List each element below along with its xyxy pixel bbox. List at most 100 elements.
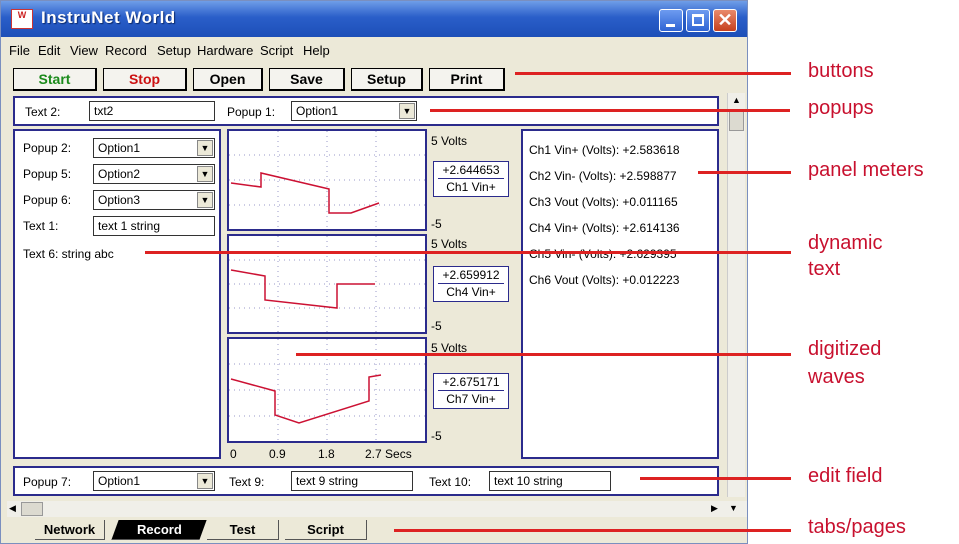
- graph2-meter-value: +2.659912: [442, 268, 500, 282]
- meter-line: Ch2 Vin- (Volts): +2.598877: [529, 169, 677, 183]
- callout-dynamic: dynamic: [808, 232, 883, 254]
- wave-line-2: [230, 269, 375, 309]
- graph2-meter-channel: Ch4 Vin+: [438, 283, 504, 300]
- close-icon: ✕: [717, 10, 733, 30]
- callout-line-edit-field: [640, 477, 791, 480]
- menu-hardware[interactable]: Hardware: [197, 43, 253, 58]
- graph3-bottom-label: -5: [431, 429, 442, 443]
- callout-waves: waves: [808, 366, 865, 388]
- menu-setup[interactable]: Setup: [157, 43, 191, 58]
- text1-label: Text 1:: [23, 219, 59, 233]
- popup5-select[interactable]: Option2 ▼: [93, 164, 215, 184]
- menu-record[interactable]: Record: [105, 43, 147, 58]
- print-button[interactable]: Print: [429, 68, 505, 91]
- text9-field[interactable]: text 9 string: [291, 471, 413, 491]
- callout-popups: popups: [808, 97, 874, 119]
- menu-file[interactable]: File: [9, 43, 30, 58]
- graph1-meter-value: +2.644653: [442, 163, 500, 177]
- graph2-top-label: 5 Volts: [431, 237, 468, 251]
- popup7-value: Option1: [98, 474, 141, 488]
- maximize-icon: [692, 14, 704, 26]
- text9-label: Text 9:: [229, 475, 265, 489]
- callout-line-buttons: [515, 72, 791, 75]
- callout-tabs: tabs/pages: [808, 516, 906, 538]
- panel-meters: Ch1 Vin+ (Volts): +2.583618 Ch2 Vin- (Vo…: [521, 129, 719, 459]
- stage: W InstruNet World ✕ File Edit View Recor…: [0, 0, 959, 544]
- callout-panel-meters: panel meters: [808, 159, 924, 181]
- meter-line: Ch5 Vin- (Volts): +2.629395: [529, 247, 677, 261]
- callout-line-popups: [430, 109, 790, 112]
- minimize-button[interactable]: [659, 9, 683, 32]
- app-window: W InstruNet World ✕ File Edit View Recor…: [0, 0, 748, 544]
- popup5-label: Popup 5:: [23, 167, 72, 181]
- title-bar[interactable]: W InstruNet World ✕: [1, 1, 747, 37]
- popup5-value: Option2: [98, 167, 141, 181]
- popup1-value: Option1: [296, 104, 339, 118]
- text10-label: Text 10:: [429, 475, 472, 489]
- callout-line-dynamic-text: [145, 251, 791, 254]
- scroll-thumb[interactable]: [729, 111, 744, 131]
- popup2-value: Option1: [98, 141, 141, 155]
- graph3-meter-channel: Ch7 Vin+: [438, 390, 504, 407]
- setup-button[interactable]: Setup: [351, 68, 423, 91]
- callout-buttons: buttons: [808, 60, 874, 82]
- scroll-up-icon[interactable]: ▲: [732, 95, 741, 105]
- tab-network[interactable]: Network: [35, 520, 105, 540]
- x-tick-1: 0.9: [269, 447, 286, 461]
- scroll-down-icon[interactable]: ▼: [729, 503, 738, 513]
- menu-help[interactable]: Help: [303, 43, 330, 58]
- horizontal-scrollbar[interactable]: ◀ ▶ ▼: [7, 501, 747, 517]
- tab-record[interactable]: Record: [111, 520, 207, 540]
- popup1-label: Popup 1:: [227, 105, 276, 119]
- wave-graph-2[interactable]: [227, 234, 427, 334]
- callout-edit-field: edit field: [808, 465, 883, 487]
- text2-field[interactable]: txt2: [89, 101, 215, 121]
- text10-field[interactable]: text 10 string: [489, 471, 611, 491]
- text1-field[interactable]: text 1 string: [93, 216, 215, 236]
- callout-line-panel-meters: [698, 171, 791, 174]
- callout-line-tabs: [394, 529, 791, 532]
- chevron-down-icon: ▼: [197, 473, 213, 489]
- popup2-label: Popup 2:: [23, 141, 72, 155]
- x-tick-2: 1.8: [318, 447, 335, 461]
- menu-bar: File Edit View Record Setup Hardware Scr…: [1, 39, 747, 63]
- close-button[interactable]: ✕: [713, 9, 737, 32]
- graph1-meter: +2.644653 Ch1 Vin+: [433, 161, 509, 197]
- popup1-select[interactable]: Option1 ▼: [291, 101, 417, 121]
- popup6-select[interactable]: Option3 ▼: [93, 190, 215, 210]
- save-button[interactable]: Save: [269, 68, 345, 91]
- graph3-meter-value: +2.675171: [442, 375, 500, 389]
- graph2-bottom-label: -5: [431, 319, 442, 333]
- menu-edit[interactable]: Edit: [38, 43, 60, 58]
- graph1-top-label: 5 Volts: [431, 134, 468, 148]
- stop-button[interactable]: Stop: [103, 68, 187, 91]
- x-tick-0: 0: [230, 447, 237, 461]
- app-logo-icon: W: [11, 9, 33, 29]
- graph1-bottom-label: -5: [431, 217, 442, 231]
- scroll-left-icon[interactable]: ◀: [9, 503, 16, 514]
- minimize-icon: [666, 24, 675, 27]
- menu-script[interactable]: Script: [260, 43, 293, 58]
- meter-line: Ch1 Vin+ (Volts): +2.583618: [529, 143, 680, 157]
- callout-text: text: [808, 258, 841, 280]
- start-button[interactable]: Start: [13, 68, 97, 91]
- vertical-scrollbar[interactable]: ▲: [727, 93, 745, 497]
- tab-script[interactable]: Script: [285, 520, 367, 540]
- wave-line-3: [230, 374, 382, 424]
- text6-dynamic-text: Text 6: string abc: [23, 247, 114, 261]
- graph3-meter: +2.675171 Ch7 Vin+: [433, 373, 509, 409]
- meter-line: Ch3 Vout (Volts): +0.011165: [529, 195, 678, 209]
- hscroll-thumb[interactable]: [21, 502, 43, 516]
- bottom-field-panel: Popup 7: Option1 ▼ Text 9: text 9 string…: [13, 466, 719, 496]
- menu-view[interactable]: View: [70, 43, 98, 58]
- window-title: InstruNet World: [41, 8, 176, 27]
- scroll-right-icon[interactable]: ▶: [711, 503, 718, 514]
- open-button[interactable]: Open: [193, 68, 263, 91]
- wave-line-1: [230, 172, 380, 214]
- maximize-button[interactable]: [686, 9, 710, 32]
- text2-label: Text 2:: [25, 105, 61, 119]
- popup2-select[interactable]: Option1 ▼: [93, 138, 215, 158]
- popup7-select[interactable]: Option1 ▼: [93, 471, 215, 491]
- wave-graph-1[interactable]: [227, 129, 427, 231]
- tab-test[interactable]: Test: [207, 520, 279, 540]
